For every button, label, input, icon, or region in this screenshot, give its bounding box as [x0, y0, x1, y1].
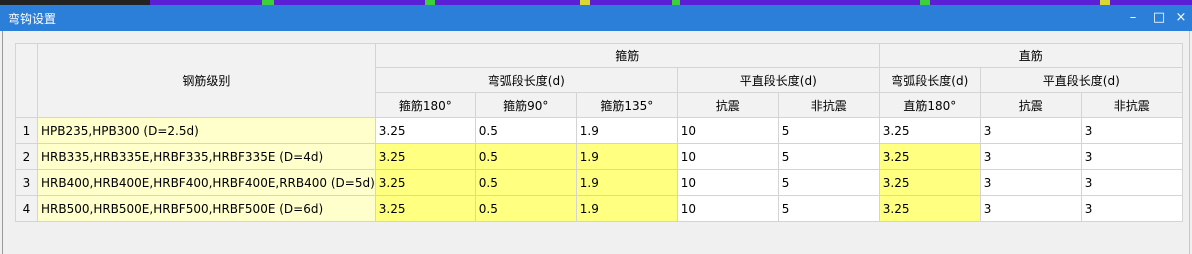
nonseismic2-cell[interactable]: 3: [1080, 143, 1183, 170]
row-number: 4: [15, 195, 38, 222]
stirrup180-cell[interactable]: 3.25: [374, 143, 476, 170]
stirrup180-cell[interactable]: 3.25: [374, 169, 476, 196]
col-header-straight180: 直筋180°: [878, 92, 981, 118]
col-header-stirrup180: 箍筋180°: [374, 92, 476, 118]
straight-flat-header: 平直段长度(d): [979, 67, 1183, 93]
col-header-nonseismic: 非抗震: [777, 92, 880, 118]
row-number: 2: [15, 143, 38, 170]
window-title: 弯钩设置: [8, 12, 57, 26]
stirrup90-cell[interactable]: 0.5: [474, 143, 577, 170]
col-header-seismic2: 抗震: [979, 92, 1082, 118]
table-row: 3 HRB400,HRB400E,HRBF400,HRBF400E,RRB400…: [15, 169, 1183, 196]
col-header-stirrup90: 箍筋90°: [474, 92, 577, 118]
seismic-cell[interactable]: 10: [676, 117, 779, 144]
col-header-stirrup135: 箍筋135°: [575, 92, 678, 118]
straight180-cell[interactable]: 3.25: [878, 195, 981, 222]
stirrup180-cell[interactable]: 3.25: [374, 117, 476, 144]
minimize-button[interactable]: –: [1122, 8, 1144, 28]
straight-group-header: 直筋: [878, 43, 1183, 68]
nonseismic2-cell[interactable]: 3: [1080, 169, 1183, 196]
seismic-cell[interactable]: 10: [676, 169, 779, 196]
nonseismic2-cell[interactable]: 3: [1080, 117, 1183, 144]
nonseismic-cell[interactable]: 5: [777, 117, 880, 144]
straight180-cell[interactable]: 3.25: [878, 143, 981, 170]
seismic-cell[interactable]: 10: [676, 195, 779, 222]
stirrup135-cell[interactable]: 1.9: [575, 195, 678, 222]
seismic-cell[interactable]: 10: [676, 143, 779, 170]
stirrup-arc-header: 弯弧段长度(d): [374, 67, 678, 93]
grade-header: 钢筋级别: [37, 43, 376, 118]
col-header-seismic: 抗震: [676, 92, 779, 118]
corner-cell: [15, 43, 38, 118]
table-row: 1 HPB235,HPB300 (D=2.5d) 3.25 0.5 1.9 10…: [15, 117, 1183, 144]
col-header-nonseismic2: 非抗震: [1080, 92, 1183, 118]
grade-cell[interactable]: HRB400,HRB400E,HRBF400,HRBF400E,RRB400 (…: [37, 169, 376, 196]
nonseismic2-cell[interactable]: 3: [1080, 195, 1183, 222]
nonseismic-cell[interactable]: 5: [777, 143, 880, 170]
left-border: [2, 31, 3, 254]
row-number: 1: [15, 117, 38, 144]
nonseismic-cell[interactable]: 5: [777, 169, 880, 196]
straight180-cell[interactable]: 3.25: [878, 169, 981, 196]
seismic2-cell[interactable]: 3: [979, 117, 1082, 144]
stirrup90-cell[interactable]: 0.5: [474, 117, 577, 144]
straight180-cell[interactable]: 3.25: [878, 117, 981, 144]
seismic2-cell[interactable]: 3: [979, 143, 1082, 170]
row-number: 3: [15, 169, 38, 196]
stirrup135-cell[interactable]: 1.9: [575, 169, 678, 196]
seismic2-cell[interactable]: 3: [979, 169, 1082, 196]
grade-cell[interactable]: HRB500,HRB500E,HRBF500,HRBF500E (D=6d): [37, 195, 376, 222]
close-button[interactable]: ×: [1170, 8, 1192, 28]
stirrup90-cell[interactable]: 0.5: [474, 169, 577, 196]
table-row: 2 HRB335,HRB335E,HRBF335,HRBF335E (D=4d)…: [15, 143, 1183, 170]
right-border: [1189, 31, 1190, 254]
grade-cell[interactable]: HRB335,HRB335E,HRBF335,HRBF335E (D=4d): [37, 143, 376, 170]
title-bar: 弯钩设置 – □ ×: [0, 5, 1192, 31]
stirrup-flat-header: 平直段长度(d): [676, 67, 880, 93]
stirrup135-cell[interactable]: 1.9: [575, 143, 678, 170]
maximize-button[interactable]: □: [1148, 8, 1170, 28]
grade-cell[interactable]: HPB235,HPB300 (D=2.5d): [37, 117, 376, 144]
straight-arc-header: 弯弧段长度(d): [878, 67, 981, 93]
stirrup-group-header: 箍筋: [374, 43, 880, 68]
stirrup180-cell[interactable]: 3.25: [374, 195, 476, 222]
nonseismic-cell[interactable]: 5: [777, 195, 880, 222]
seismic2-cell[interactable]: 3: [979, 195, 1082, 222]
table-row: 4 HRB500,HRB500E,HRBF500,HRBF500E (D=6d)…: [15, 195, 1183, 222]
stirrup90-cell[interactable]: 0.5: [474, 195, 577, 222]
stirrup135-cell[interactable]: 1.9: [575, 117, 678, 144]
hook-settings-table: 钢筋级别 箍筋 直筋 弯弧段长度(d) 平直段长度(d) 弯弧段长度(d) 平直…: [15, 43, 1183, 222]
